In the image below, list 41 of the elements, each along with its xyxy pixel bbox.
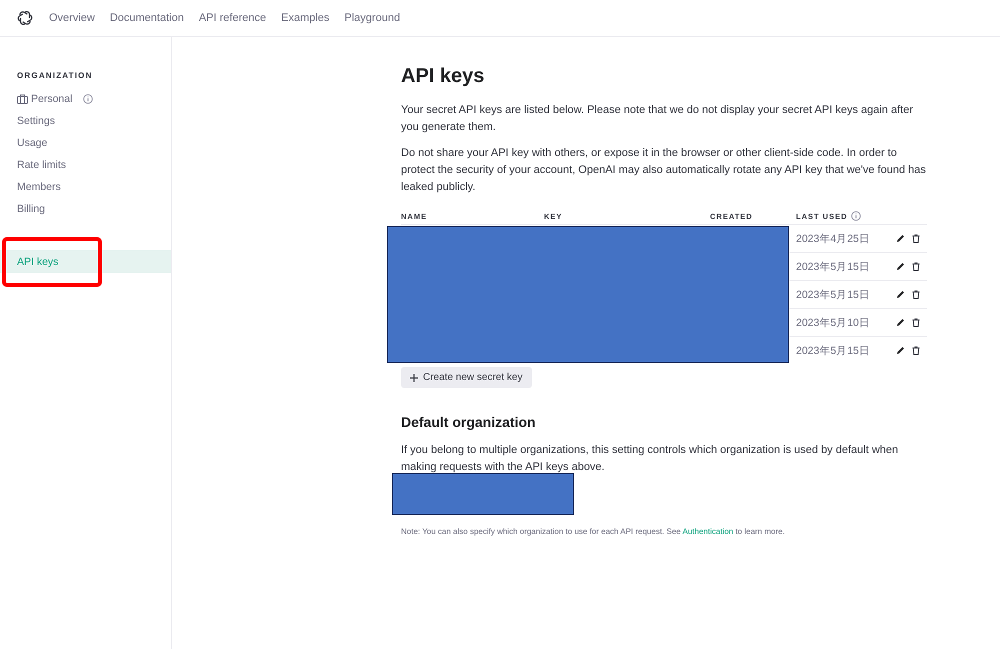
last-used-date: 2023年5月15日 [796, 288, 871, 302]
trash-icon[interactable] [912, 262, 920, 271]
authentication-link[interactable]: Authentication [682, 527, 734, 536]
trash-icon[interactable] [912, 234, 920, 243]
nav-link[interactable]: Documentation [110, 12, 184, 24]
last-used-date: 2023年5月15日 [796, 344, 871, 358]
page-title: API keys [401, 65, 486, 88]
logo-icon[interactable] [16, 9, 34, 27]
sidebar-item[interactable]: Members [0, 176, 171, 198]
sidebar-item[interactable]: Settings [0, 110, 171, 132]
sidebar-item[interactable]: Billing [0, 198, 171, 220]
sidebar-item[interactable]: Rate limits [0, 154, 171, 176]
last-used-date: 2023年4月25日 [796, 232, 871, 246]
pencil-icon[interactable] [896, 346, 905, 355]
description: If you belong to multiple organizations, this setting controls which organization is used by default when making requests with the API keys above. [401, 443, 900, 475]
briefcase-icon [17, 94, 28, 104]
section-title: ORGANIZATION [17, 71, 93, 80]
last-used-date: 2023年5月10日 [796, 316, 871, 330]
nav-link[interactable]: API reference [198, 12, 266, 24]
sidebar-item[interactable]: API keys [0, 250, 171, 273]
info-icon [83, 94, 94, 104]
sidebar-item[interactable]: Personal [0, 88, 171, 110]
description: Your secret API keys are listed below. Please note that we do not display your secret API keys again after you generate them. [401, 103, 914, 135]
description: Do not share your API key with others, or expose it in the browser or other client-side code. In order to protect the security of your account, OpenAI may also automatically rotate any API key that we've found has leaked publicly. [401, 146, 926, 195]
trash-icon[interactable] [912, 290, 920, 299]
pencil-icon[interactable] [896, 262, 905, 271]
create-key-button[interactable]: Create new secret key [401, 367, 532, 388]
trash-icon[interactable] [912, 318, 920, 327]
info-icon [850, 211, 861, 221]
pencil-icon[interactable] [896, 290, 905, 299]
note-text: Note: You can also specify which organization to use for each API request. See Authentication to learn more. [401, 527, 786, 536]
pencil-icon[interactable] [896, 234, 905, 243]
sidebar-item[interactable]: Usage [0, 132, 171, 154]
nav-link[interactable]: Examples [281, 12, 330, 24]
nav-link[interactable]: Playground [344, 12, 400, 24]
last-used-date: 2023年5月15日 [796, 260, 871, 274]
nav-link[interactable]: Overview [49, 12, 95, 24]
trash-icon[interactable] [912, 346, 920, 355]
plus-icon [410, 374, 418, 382]
pencil-icon[interactable] [896, 318, 905, 327]
section-heading: Default organization [401, 414, 537, 430]
